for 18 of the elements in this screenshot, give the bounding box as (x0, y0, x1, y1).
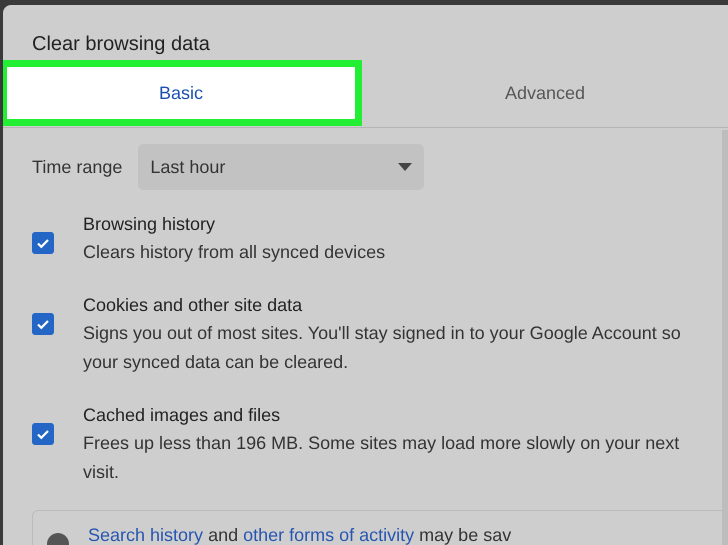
checkbox[interactable] (32, 423, 54, 445)
tab[interactable]: Advanced (362, 60, 728, 126)
time-range-dropdown[interactable]: Last hour (138, 144, 424, 190)
tab[interactable]: Basic (3, 60, 362, 126)
dropdown-caret-icon (398, 163, 412, 171)
option-description: Frees up less than 196 MB. Some sites may load more slowly on your next visit. (83, 432, 680, 484)
option-title: Cached images and files (83, 404, 282, 427)
option-description: Clears history from all synced devices (83, 241, 386, 264)
dialog-title: Clear browsing data (31, 32, 211, 57)
search-history-link[interactable]: Search history (88, 525, 204, 545)
activity-link[interactable]: other forms of activity (243, 525, 414, 545)
checkbox[interactable] (32, 232, 54, 254)
option-title: Browsing history (83, 213, 216, 236)
notice-text: Search history and other forms of activity may be sav (88, 525, 512, 545)
option-title: Cookies and other site data (83, 294, 304, 317)
checkbox[interactable] (32, 313, 54, 335)
option-description: Signs you out of most sites. You'll stay signed in to your Google Account so your synced data can be cleared. (83, 322, 682, 374)
time-range-label: Time range (32, 156, 122, 178)
